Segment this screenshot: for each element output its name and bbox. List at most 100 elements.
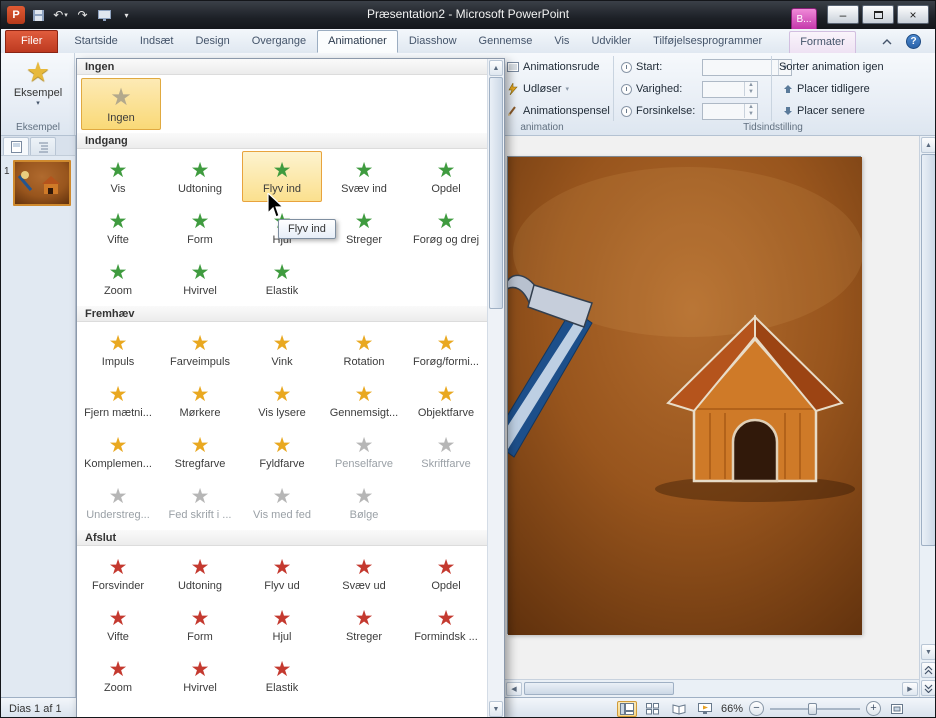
zoom-out-icon[interactable]: −	[749, 701, 764, 716]
spinner-arrows-icon[interactable]: ▲▼	[744, 82, 757, 96]
animation-item[interactable]: ★Opdel	[406, 151, 486, 202]
animation-item[interactable]: ★Hjul	[242, 599, 322, 650]
animation-item[interactable]: ★Impuls	[78, 324, 158, 375]
animation-item[interactable]: ★Bølge	[324, 477, 404, 528]
animation-item[interactable]: ★Elastik	[242, 650, 322, 701]
animation-item[interactable]: ★Rotation	[324, 324, 404, 375]
animation-item[interactable]: ★Skriftfarve	[406, 426, 486, 477]
tab-tilf-jelsesprogrammer[interactable]: Tilføjelsesprogrammer	[642, 30, 773, 53]
animation-item[interactable]: ★Vink	[242, 324, 322, 375]
tab-overgange[interactable]: Overgange	[241, 30, 317, 53]
animation-item[interactable]: ★Vis	[78, 151, 158, 202]
animation-item[interactable]: ★Fed skrift i ...	[160, 477, 240, 528]
scroll-track[interactable]	[488, 309, 504, 700]
animation-item[interactable]: ★Forøg/formi...	[406, 324, 486, 375]
animation-item[interactable]: ★Form	[160, 202, 240, 253]
duration-spinner[interactable]: ▲▼	[702, 81, 758, 98]
next-slide-icon[interactable]	[921, 680, 936, 696]
animation-item[interactable]: ★Hvirvel	[160, 650, 240, 701]
tab-gennemse[interactable]: Gennemse	[468, 30, 544, 53]
animation-item[interactable]: ★Farveimpuls	[160, 324, 240, 375]
scroll-up-icon[interactable]: ▲	[921, 137, 936, 153]
animation-item[interactable]: ★Hvirvel	[160, 253, 240, 304]
delay-spinner[interactable]: ▲▼	[702, 103, 758, 120]
animation-item[interactable]: ★Ingen	[81, 78, 161, 130]
scroll-right-icon[interactable]: ▶	[902, 682, 918, 696]
animation-item[interactable]: ★Vis med fed	[242, 477, 322, 528]
zoom-slider-thumb[interactable]	[808, 703, 817, 715]
outline-tab[interactable]	[30, 137, 56, 155]
animation-item[interactable]: ★Udtoning	[160, 548, 240, 599]
move-earlier-button[interactable]: Placer tidligere	[783, 80, 870, 98]
tab-vis[interactable]: Vis	[543, 30, 580, 53]
fit-to-window-icon[interactable]	[887, 701, 907, 717]
move-later-button[interactable]: Placer senere	[783, 102, 865, 120]
animation-item[interactable]: ★Vis lysere	[242, 375, 322, 426]
animation-item[interactable]: ★Opdel	[406, 548, 486, 599]
animation-painter-button[interactable]: Animationspensel	[507, 102, 610, 120]
animation-item[interactable]: ★Formindsk ...	[406, 599, 486, 650]
animation-item[interactable]: ★Zoom	[78, 650, 158, 701]
minimize-button[interactable]: –	[827, 5, 859, 24]
animation-item[interactable]: ★Penselfarve	[324, 426, 404, 477]
animation-item[interactable]: ★Fyldfarve	[242, 426, 322, 477]
gallery-scroll-thumb[interactable]	[489, 77, 503, 309]
maximize-button[interactable]	[862, 5, 894, 24]
animation-item[interactable]: ★Understreg...	[78, 477, 158, 528]
animation-item[interactable]: ★Komplemen...	[78, 426, 158, 477]
animation-item[interactable]: ★Fjern mætni...	[78, 375, 158, 426]
animation-item[interactable]: ★Streger	[324, 599, 404, 650]
close-button[interactable]: ×	[897, 5, 929, 24]
scroll-up-icon[interactable]: ▲	[489, 60, 503, 76]
horizontal-scrollbar[interactable]: ◀ ▶	[505, 679, 919, 697]
preview-button[interactable]: ★ Eksempel ▾	[6, 56, 70, 118]
scroll-down-icon[interactable]: ▼	[921, 644, 936, 660]
slides-tab[interactable]	[3, 137, 29, 155]
vertical-scroll-thumb[interactable]	[921, 154, 936, 546]
animation-item[interactable]: ★Streger	[324, 202, 404, 253]
zoom-in-icon[interactable]: +	[866, 701, 881, 716]
gallery-scrollbar[interactable]: ▲ ▼	[487, 59, 504, 718]
animation-item[interactable]: ★Zoom	[78, 253, 158, 304]
slide-sorter-icon[interactable]	[643, 701, 663, 717]
help-icon[interactable]: ?	[906, 34, 921, 49]
animation-item[interactable]: ★Udtoning	[160, 151, 240, 202]
scroll-track[interactable]	[920, 546, 936, 643]
tab-diasshow[interactable]: Diasshow	[398, 30, 468, 53]
horizontal-scroll-thumb[interactable]	[524, 682, 674, 695]
scroll-left-icon[interactable]: ◀	[506, 682, 522, 696]
tab-formater[interactable]: Formater	[789, 31, 856, 53]
animation-item[interactable]: ★Form	[160, 599, 240, 650]
tab-filer[interactable]: Filer	[5, 30, 58, 53]
scroll-down-icon[interactable]: ▼	[489, 701, 503, 717]
previous-slide-icon[interactable]	[921, 662, 936, 678]
minimize-ribbon-icon[interactable]	[879, 35, 895, 49]
animation-item[interactable]: ★Flyv ud	[242, 548, 322, 599]
tab-startside[interactable]: Startside	[63, 30, 128, 53]
vertical-scrollbar[interactable]: ▲ ▼	[919, 136, 936, 697]
animation-item[interactable]: ★Vifte	[78, 202, 158, 253]
spinner-arrows-icon[interactable]: ▲▼	[744, 104, 757, 118]
tab-design[interactable]: Design	[184, 30, 240, 53]
animation-item[interactable]: ★Forøg og drej	[406, 202, 486, 253]
animation-item[interactable]: ★Svæv ind	[324, 151, 404, 202]
animation-pane-button[interactable]: Animationsrude	[507, 58, 599, 76]
animation-item[interactable]: ★Svæv ud	[324, 548, 404, 599]
trigger-button[interactable]: Udløser ▾	[507, 80, 569, 98]
animation-item[interactable]: ★Mørkere	[160, 375, 240, 426]
zoom-level[interactable]: 66%	[721, 703, 743, 715]
zoom-slider[interactable]	[770, 702, 860, 716]
animation-item[interactable]: ★Objektfarve	[406, 375, 486, 426]
animation-item[interactable]: ★Gennemsigt...	[324, 375, 404, 426]
animation-item[interactable]: ★Vifte	[78, 599, 158, 650]
tab-inds-t[interactable]: Indsæt	[129, 30, 185, 53]
slide-canvas[interactable]	[507, 156, 861, 634]
tab-udvikler[interactable]: Udvikler	[580, 30, 642, 53]
normal-view-icon[interactable]	[617, 701, 637, 717]
slide-thumbnail[interactable]	[13, 160, 71, 206]
slideshow-view-icon[interactable]	[695, 701, 715, 717]
animation-item[interactable]: ★Stregfarve	[160, 426, 240, 477]
animation-item[interactable]: ★Forsvinder	[78, 548, 158, 599]
animation-item[interactable]: ★Elastik	[242, 253, 322, 304]
tab-animationer[interactable]: Animationer	[317, 30, 398, 53]
